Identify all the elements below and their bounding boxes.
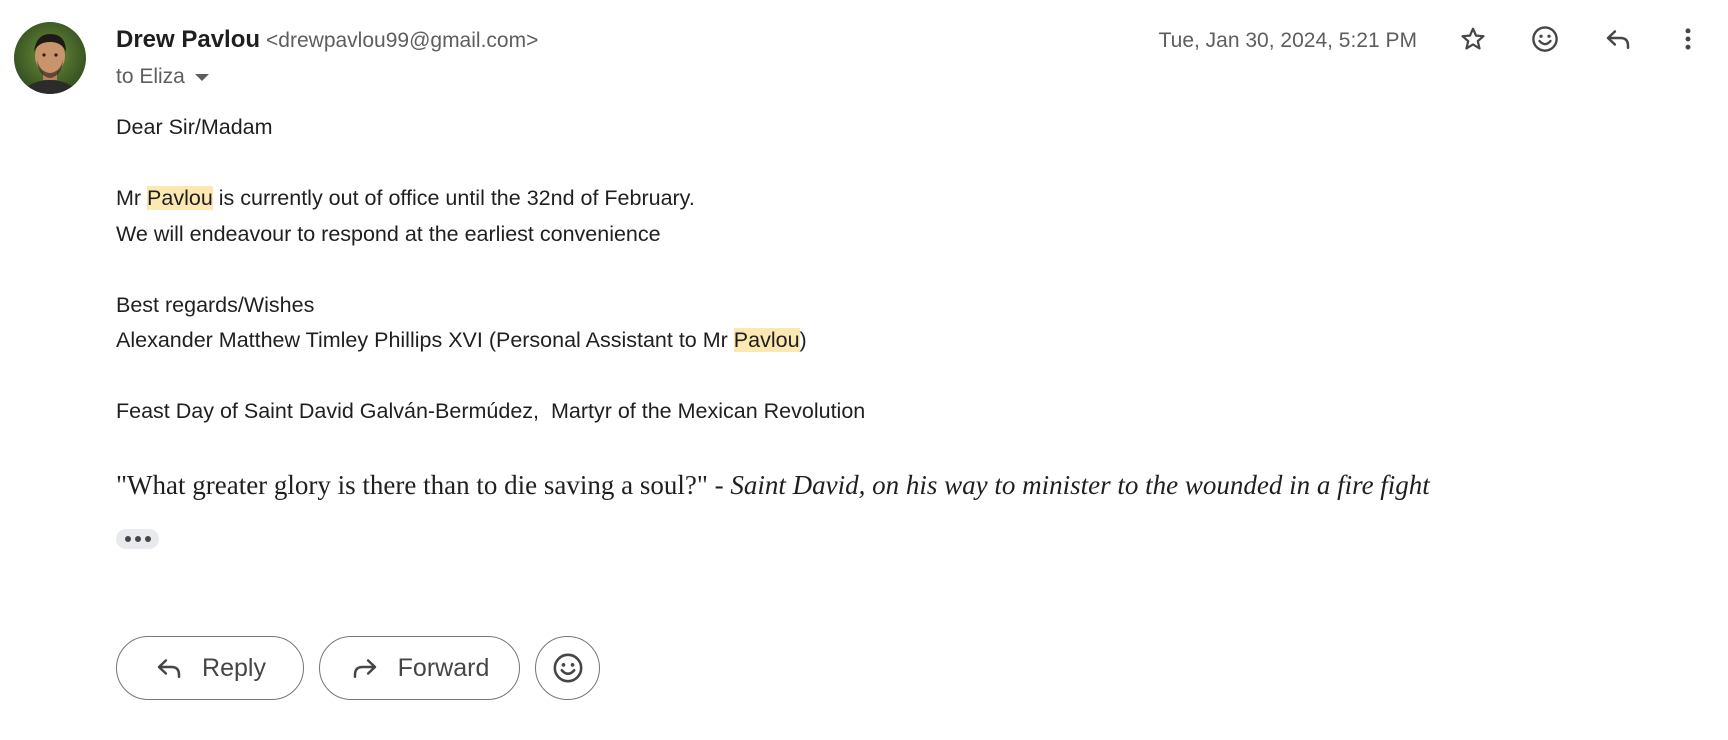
star-button[interactable] [1450,16,1496,62]
reply-header-button[interactable] [1595,16,1641,62]
body-line-1-prefix: Mr [116,186,148,210]
quote-text: "What greater glory is there than to die… [116,470,731,500]
body-line-1: Mr Pavlou is currently out of office unt… [116,183,695,213]
forward-button[interactable]: Forward [319,636,520,700]
more-options-button[interactable] [1665,16,1711,62]
caret-down-icon [194,73,209,81]
sender-name[interactable]: Drew Pavlou [116,26,260,53]
avatar-photo [14,22,86,94]
sender-email: <drewpavlou99@gmail.com> [266,29,539,52]
add-reaction-button[interactable] [1522,16,1568,62]
feast-day-line: Feast Day of Saint David Galván-Bermúdez… [116,399,866,423]
dot-icon [134,536,141,542]
reply-icon [157,659,181,678]
recipient-label: to Eliza [116,65,185,88]
more-vert-icon [1685,28,1691,50]
dot-icon [144,536,151,542]
quote-line: "What greater glory is there than to die… [116,467,1430,503]
add-reaction-footer-button[interactable] [535,636,600,700]
emoji-icon [1532,26,1558,52]
greeting: Dear Sir/Madam [116,115,273,139]
quote-attribution: Saint David, on his way to minister to t… [730,470,1430,500]
sender-line: Drew Pavlou <drewpavlou99@gmail.com> [116,24,538,59]
avatar[interactable] [14,22,86,94]
body-line-1-suffix: is currently out of office until the 32n… [212,186,695,210]
signature: Alexander Matthew Timley Phillips XVI (P… [116,325,807,355]
body-line-2: We will endeavour to respond at the earl… [116,222,661,246]
recipient-dropdown[interactable]: to Eliza [116,62,209,92]
search-highlight: Pavlou [147,186,213,210]
signature-suffix: ) [799,328,807,352]
show-trimmed-content-button[interactable] [116,529,159,549]
search-highlight: Pavlou [733,328,800,352]
reply-button-label: Reply [202,653,266,682]
signoff: Best regards/Wishes [116,293,315,317]
reply-icon [1606,30,1630,49]
forward-button-label: Forward [397,653,490,682]
message-date: Tue, Jan 30, 2024, 5:21 PM [1158,29,1417,52]
star-icon [1461,27,1485,50]
emoji-icon [553,653,582,683]
signature-prefix: Alexander Matthew Timley Phillips XVI (P… [116,328,734,352]
forward-icon [353,659,376,678]
reply-button[interactable]: Reply [116,636,304,700]
dot-icon [124,536,131,542]
